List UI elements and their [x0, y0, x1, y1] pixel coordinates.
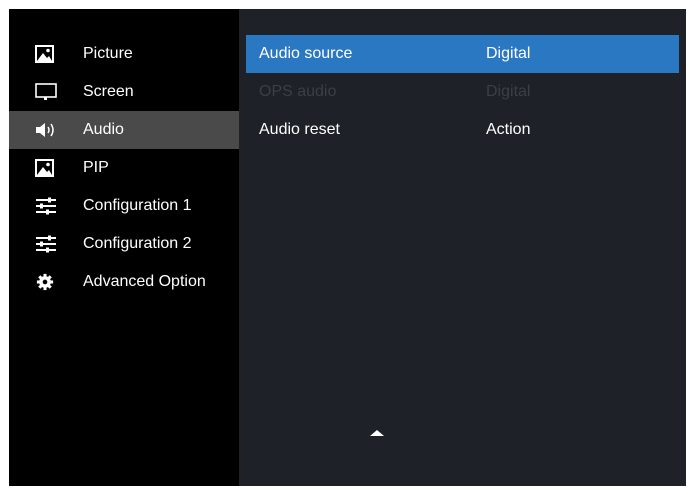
sidebar-item-label: Picture [83, 45, 133, 62]
sidebar-item-configuration-2[interactable]: Configuration 2 [9, 225, 239, 263]
gear-icon [35, 273, 55, 291]
sidebar-item-label: PIP [83, 159, 109, 176]
setting-value: Digital [486, 83, 531, 100]
setting-name: Audio source [259, 45, 353, 62]
audio-reset-row[interactable]: Audio reset Action [246, 111, 679, 149]
sidebar-item-label: Audio [83, 121, 124, 138]
triangle-up-icon[interactable] [369, 425, 385, 436]
setting-name: Audio reset [259, 121, 340, 138]
audio-source-row[interactable]: Audio source Digital [246, 35, 679, 73]
audio-settings-panel: Audio source Digital OPS audio Digital A… [239, 9, 686, 486]
setting-value: Action [486, 121, 531, 138]
sidebar-item-label: Configuration 2 [83, 235, 192, 252]
sidebar-item-label: Configuration 1 [83, 197, 192, 214]
sidebar-item-configuration-1[interactable]: Configuration 1 [9, 187, 239, 225]
monitor-icon [35, 83, 57, 101]
sidebar-item-label: Advanced Option [83, 273, 206, 290]
sidebar-item-audio[interactable]: Audio [9, 111, 239, 149]
osd-menu: Picture Screen Audio PIP Configuration 1… [9, 9, 686, 486]
sidebar-item-screen[interactable]: Screen [9, 73, 239, 111]
ops-audio-row: OPS audio Digital [246, 73, 679, 111]
picture-icon [35, 45, 55, 63]
sidebar-item-pip[interactable]: PIP [9, 149, 239, 187]
setting-name: OPS audio [259, 83, 337, 100]
sliders-icon [35, 197, 56, 215]
sidebar-item-picture[interactable]: Picture [9, 35, 239, 73]
sidebar-item-advanced-option[interactable]: Advanced Option [9, 263, 239, 301]
sidebar: Picture Screen Audio PIP Configuration 1… [9, 9, 239, 486]
picture-icon [35, 159, 55, 177]
setting-value: Digital [486, 45, 531, 62]
sliders-icon [35, 235, 56, 253]
speaker-icon [35, 121, 55, 139]
sidebar-item-label: Screen [83, 83, 134, 100]
